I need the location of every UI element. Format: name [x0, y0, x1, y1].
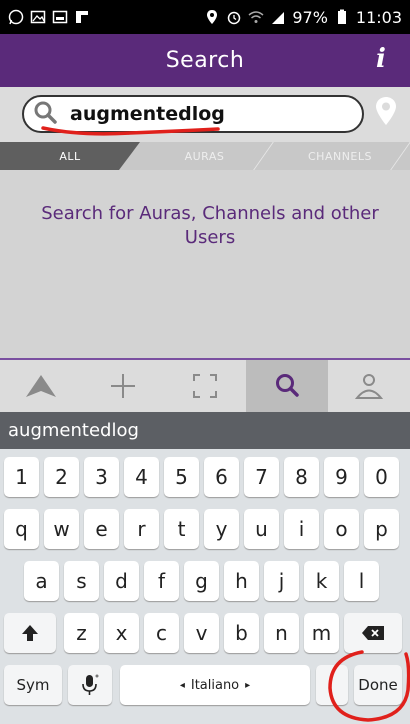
key-sym[interactable]: Sym	[4, 665, 62, 705]
nav-search[interactable]	[246, 360, 328, 412]
key-0[interactable]: 0	[364, 457, 399, 497]
aura-triangle-icon	[26, 375, 56, 397]
key-shift[interactable]	[4, 613, 56, 653]
results-area: Search for Auras, Channels and other Use…	[0, 170, 410, 360]
app-header: Search i	[0, 34, 410, 87]
key-space[interactable]: ◂ Italiano ▸	[120, 665, 310, 705]
key-c[interactable]: c	[144, 613, 179, 653]
key-m[interactable]: m	[304, 613, 339, 653]
key-t[interactable]: t	[164, 509, 199, 549]
key-2[interactable]: 2	[44, 457, 79, 497]
keyboard-row-numbers: 1 2 3 4 5 6 7 8 9 0	[0, 452, 410, 502]
key-period[interactable]	[316, 665, 348, 705]
status-left-icons	[8, 9, 90, 25]
whatsapp-icon	[8, 9, 24, 25]
key-w[interactable]: w	[44, 509, 79, 549]
gallery-icon	[30, 9, 46, 25]
key-h[interactable]: h	[224, 561, 259, 601]
key-g[interactable]: g	[184, 561, 219, 601]
wifi-icon	[248, 9, 264, 25]
key-6[interactable]: 6	[204, 457, 239, 497]
keyboard-row-2: a s d f g h j k l	[0, 556, 410, 606]
space-right-arrow-icon: ▸	[245, 679, 251, 691]
key-done[interactable]: Done	[354, 665, 402, 705]
key-3[interactable]: 3	[84, 457, 119, 497]
search-row	[0, 87, 410, 142]
key-k[interactable]: k	[304, 561, 339, 601]
key-7[interactable]: 7	[244, 457, 279, 497]
key-x[interactable]: x	[104, 613, 139, 653]
location-pin-icon[interactable]	[374, 96, 398, 126]
key-r[interactable]: r	[124, 509, 159, 549]
key-u[interactable]: u	[244, 509, 279, 549]
nav-viewer[interactable]	[0, 360, 82, 412]
bottom-nav	[0, 360, 410, 412]
battery-icon	[334, 9, 350, 25]
nav-scan[interactable]	[164, 360, 246, 412]
key-n[interactable]: n	[264, 613, 299, 653]
flipboard-icon	[74, 9, 90, 25]
empty-results-message: Search for Auras, Channels and other Use…	[41, 203, 379, 248]
image-icon	[52, 9, 68, 25]
location-status-icon	[204, 9, 220, 25]
battery-percent: 97%	[292, 7, 328, 27]
filter-tabs: ALL AURAS CHANNELS	[0, 142, 410, 170]
scan-frame-icon	[193, 374, 217, 398]
key-f[interactable]: f	[144, 561, 179, 601]
key-s[interactable]: s	[64, 561, 99, 601]
keyboard-row-1: q w e r t y u i o p	[0, 504, 410, 554]
key-o[interactable]: o	[324, 509, 359, 549]
search-input[interactable]	[70, 103, 330, 125]
key-5[interactable]: 5	[164, 457, 199, 497]
key-i[interactable]: i	[284, 509, 319, 549]
space-left-arrow-icon: ◂	[179, 679, 185, 691]
nav-profile[interactable]	[328, 360, 410, 412]
space-language-label: Italiano	[190, 677, 240, 693]
key-backspace[interactable]	[344, 613, 402, 653]
tab-all[interactable]: ALL	[0, 142, 140, 170]
status-bar: 97% 11:03	[0, 0, 410, 34]
search-box[interactable]	[22, 95, 364, 133]
key-voice[interactable]	[68, 665, 112, 705]
clock: 11:03	[355, 7, 402, 27]
soft-keyboard: augmentedlog 1 2 3 4 5 6 7 8 9 0 q w e r…	[0, 412, 410, 724]
key-4[interactable]: 4	[124, 457, 159, 497]
key-q[interactable]: q	[4, 509, 39, 549]
backspace-icon	[362, 626, 384, 640]
key-e[interactable]: e	[84, 509, 119, 549]
plus-icon	[111, 374, 135, 398]
suggestion-word[interactable]: augmentedlog	[8, 420, 139, 441]
nav-create[interactable]	[82, 360, 164, 412]
key-y[interactable]: y	[204, 509, 239, 549]
search-nav-icon	[276, 374, 299, 397]
key-z[interactable]: z	[64, 613, 99, 653]
shift-arrow-icon	[22, 625, 38, 641]
alarm-icon	[226, 9, 242, 25]
tab-channels[interactable]: CHANNELS	[270, 142, 410, 170]
profile-icon	[354, 374, 384, 399]
keyboard-suggestion-bar: augmentedlog	[0, 412, 410, 449]
key-p[interactable]: p	[364, 509, 399, 549]
key-a[interactable]: a	[24, 561, 59, 601]
page-title: Search	[165, 48, 245, 73]
key-8[interactable]: 8	[284, 457, 319, 497]
key-j[interactable]: j	[264, 561, 299, 601]
key-l[interactable]: l	[344, 561, 379, 601]
key-9[interactable]: 9	[324, 457, 359, 497]
keyboard-row-bottom: Sym ◂ Italiano ▸ Done	[0, 660, 410, 710]
microphone-icon	[82, 674, 99, 695]
signal-icon	[270, 9, 286, 25]
key-b[interactable]: b	[224, 613, 259, 653]
key-v[interactable]: v	[184, 613, 219, 653]
key-1[interactable]: 1	[4, 457, 39, 497]
key-d[interactable]: d	[104, 561, 139, 601]
status-right-icons: 97% 11:03	[204, 8, 402, 27]
keyboard-row-3: z x c v b n m	[0, 608, 410, 658]
search-icon	[32, 99, 58, 129]
info-icon[interactable]: i	[366, 44, 396, 74]
